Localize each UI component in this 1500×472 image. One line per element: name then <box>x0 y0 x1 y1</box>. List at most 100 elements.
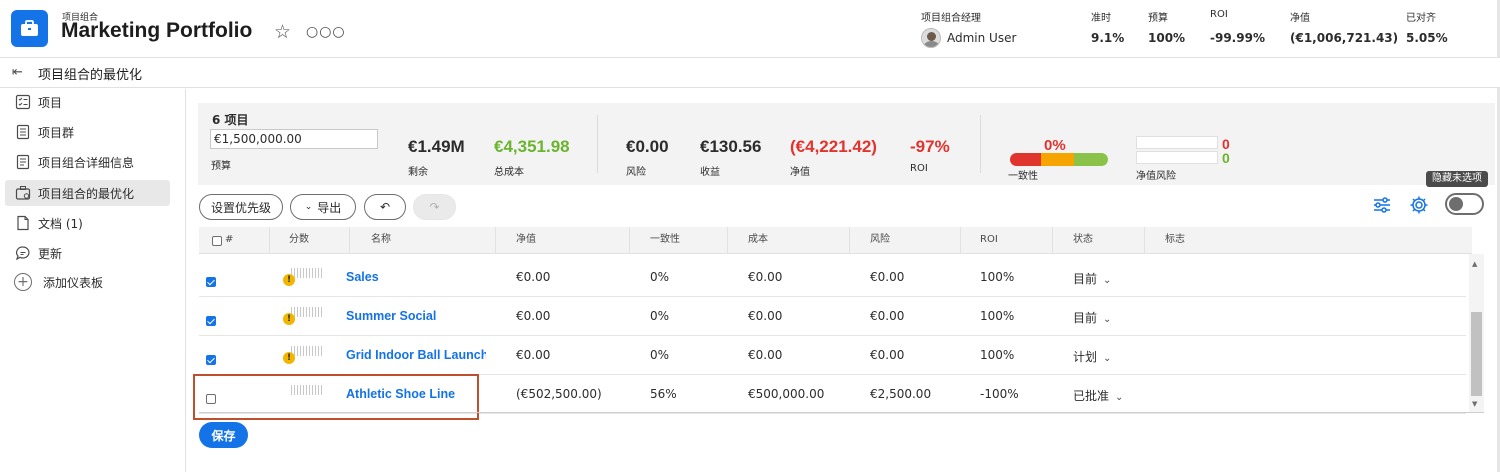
warning-icon: ! <box>283 313 295 325</box>
settings-gear-icon[interactable] <box>1409 195 1431 217</box>
net-value-cell: (€502,500.00) <box>516 387 602 401</box>
total-cost-label: 总成本 <box>494 167 524 178</box>
sidebar-item-documents[interactable]: 文档 (1) <box>5 210 170 236</box>
column-divider <box>269 227 270 254</box>
income-value: €130.56 <box>700 137 762 156</box>
column-header-net-value[interactable]: 净值 <box>516 227 536 254</box>
project-name-link[interactable]: Summer Social <box>346 309 486 323</box>
alignment-label: 一致性 <box>1008 171 1038 182</box>
chevron-down-icon: ⌄ <box>1103 275 1112 286</box>
budget-value: 100% <box>1148 31 1186 45</box>
table-row[interactable]: ! Summer Social €0.00 0% €0.00 €0.00 100… <box>199 297 1466 336</box>
alignment-cell: 0% <box>650 270 670 284</box>
more-options-icon[interactable]: ○○○ <box>306 25 346 39</box>
sidebar-item-projects[interactable]: 项目 <box>5 89 170 115</box>
column-header-roi[interactable]: ROI <box>980 227 998 254</box>
column-header-flag[interactable]: 标志 <box>1165 227 1185 254</box>
score-indicator: ! <box>283 268 325 286</box>
redo-button[interactable]: ↷ <box>413 194 456 220</box>
status-dropdown[interactable]: 已批准 ⌄ <box>1073 387 1123 404</box>
section-title: 项目组合的最优化 <box>38 68 143 83</box>
status-label: 目前 <box>1073 272 1098 286</box>
net-value-number: 0 <box>1222 136 1230 152</box>
sidebar-item-add-dashboard[interactable]: + 添加仪表板 <box>5 269 170 295</box>
column-header-number[interactable]: # <box>225 227 233 254</box>
table-scrollbar[interactable]: ▲ ▼ <box>1469 254 1484 412</box>
on-time-value: 9.1% <box>1091 31 1125 45</box>
scrollbar-thumb[interactable] <box>1471 312 1482 396</box>
roi-label: ROI <box>1210 9 1228 20</box>
details-icon <box>14 153 32 171</box>
roi-value: -99.99% <box>1210 31 1265 45</box>
sidebar: 项目 项目群 项目组合详细信息 项目组合的最优化 文档 (1) 更新 + 添加仪… <box>0 89 186 472</box>
scroll-down-icon[interactable]: ▼ <box>1472 400 1477 408</box>
hide-unselected-tooltip: 隐藏未选项 <box>1426 171 1488 187</box>
net-value-cell: €0.00 <box>516 270 551 284</box>
sidebar-item-portfolio-optimizer[interactable]: 项目组合的最优化 <box>5 180 170 206</box>
column-header-status[interactable]: 状态 <box>1073 227 1093 254</box>
manager-value[interactable]: Admin User <box>921 28 1016 48</box>
sidebar-item-updates[interactable]: 更新 <box>5 240 170 266</box>
sidebar-item-label: 文档 (1) <box>38 216 83 231</box>
sidebar-item-programs[interactable]: 项目群 <box>5 119 170 145</box>
roi-cell: 100% <box>980 348 1015 362</box>
net-value-cell: €0.00 <box>516 348 551 362</box>
alignment-value: 0% <box>1044 137 1066 154</box>
net-value-bar <box>1136 136 1218 149</box>
row-checkbox[interactable] <box>206 316 216 326</box>
filter-sliders-icon[interactable] <box>1372 195 1394 217</box>
net-value: (€4,221.42) <box>790 137 877 156</box>
table-row[interactable]: ! Grid Indoor Ball Launch €0.00 0% €0.00… <box>199 336 1466 375</box>
sidebar-item-label: 项目 <box>38 95 63 110</box>
table-row[interactable]: ! Sales €0.00 0% €0.00 €0.00 100% 目前 ⌄ <box>199 258 1466 297</box>
score-indicator: ! <box>283 346 325 364</box>
column-header-alignment[interactable]: 一致性 <box>650 227 680 254</box>
chat-icon <box>14 244 32 262</box>
table-header: # 分数 名称 净值 一致性 成本 风险 ROI 状态 标志 <box>199 227 1472 254</box>
status-dropdown[interactable]: 目前 ⌄ <box>1073 270 1111 287</box>
risk-cell: €0.00 <box>870 348 905 362</box>
column-header-risk[interactable]: 风险 <box>870 227 890 254</box>
page-title: Marketing Portfolio <box>61 19 253 42</box>
row-checkbox[interactable] <box>206 394 216 404</box>
undo-button[interactable]: ↶ <box>364 194 406 220</box>
portfolio-icon <box>11 10 48 47</box>
row-checkbox[interactable] <box>206 355 216 365</box>
program-icon <box>14 123 32 141</box>
plus-circle-icon: + <box>14 273 32 291</box>
roi-cell: 100% <box>980 309 1015 323</box>
net-risk-bar <box>1136 151 1218 164</box>
hide-unselected-toggle[interactable] <box>1445 193 1484 215</box>
remaining-label: 剩余 <box>408 167 428 178</box>
table-row[interactable]: Athletic Shoe Line (€502,500.00) 56% €50… <box>199 375 1466 414</box>
status-dropdown[interactable]: 计划 ⌄ <box>1073 348 1111 365</box>
net-value-value: (€1,006,721.43) <box>1290 31 1399 45</box>
sidebar-item-label: 项目群 <box>38 125 75 140</box>
set-priority-button[interactable]: 设置优先级 <box>199 194 283 220</box>
warning-icon: ! <box>283 352 295 364</box>
column-divider <box>1052 227 1053 254</box>
project-name-link[interactable]: Sales <box>346 270 486 284</box>
status-dropdown[interactable]: 目前 ⌄ <box>1073 309 1111 326</box>
budget-input[interactable] <box>210 129 378 149</box>
export-button[interactable]: ⌄ 导出 <box>290 194 356 220</box>
column-header-score[interactable]: 分数 <box>289 227 309 254</box>
row-checkbox[interactable] <box>206 277 216 287</box>
remaining-value: €1.49M <box>408 137 465 156</box>
column-divider <box>629 227 630 254</box>
select-all-checkbox[interactable] <box>212 236 222 246</box>
column-header-cost[interactable]: 成本 <box>748 227 768 254</box>
save-button[interactable]: 保存 <box>199 422 248 448</box>
collapse-back-icon[interactable]: ⇤ <box>12 65 23 80</box>
column-header-name[interactable]: 名称 <box>371 227 391 254</box>
column-divider <box>1144 227 1145 254</box>
scroll-up-icon[interactable]: ▲ <box>1472 260 1477 268</box>
project-name-link[interactable]: Grid Indoor Ball Launch <box>346 348 486 362</box>
cost-cell: €0.00 <box>748 270 783 284</box>
sidebar-item-portfolio-details[interactable]: 项目组合详细信息 <box>5 149 170 175</box>
project-name-link[interactable]: Athletic Shoe Line <box>346 387 486 401</box>
net-value-cell: €0.00 <box>516 309 551 323</box>
alignment-bar-green <box>1073 153 1108 166</box>
portfolio-header: 项目组合 Marketing Portfolio ☆ ○○○ 项目组合经理 Ad… <box>0 0 1500 58</box>
favorite-star-icon[interactable]: ☆ <box>274 22 291 42</box>
